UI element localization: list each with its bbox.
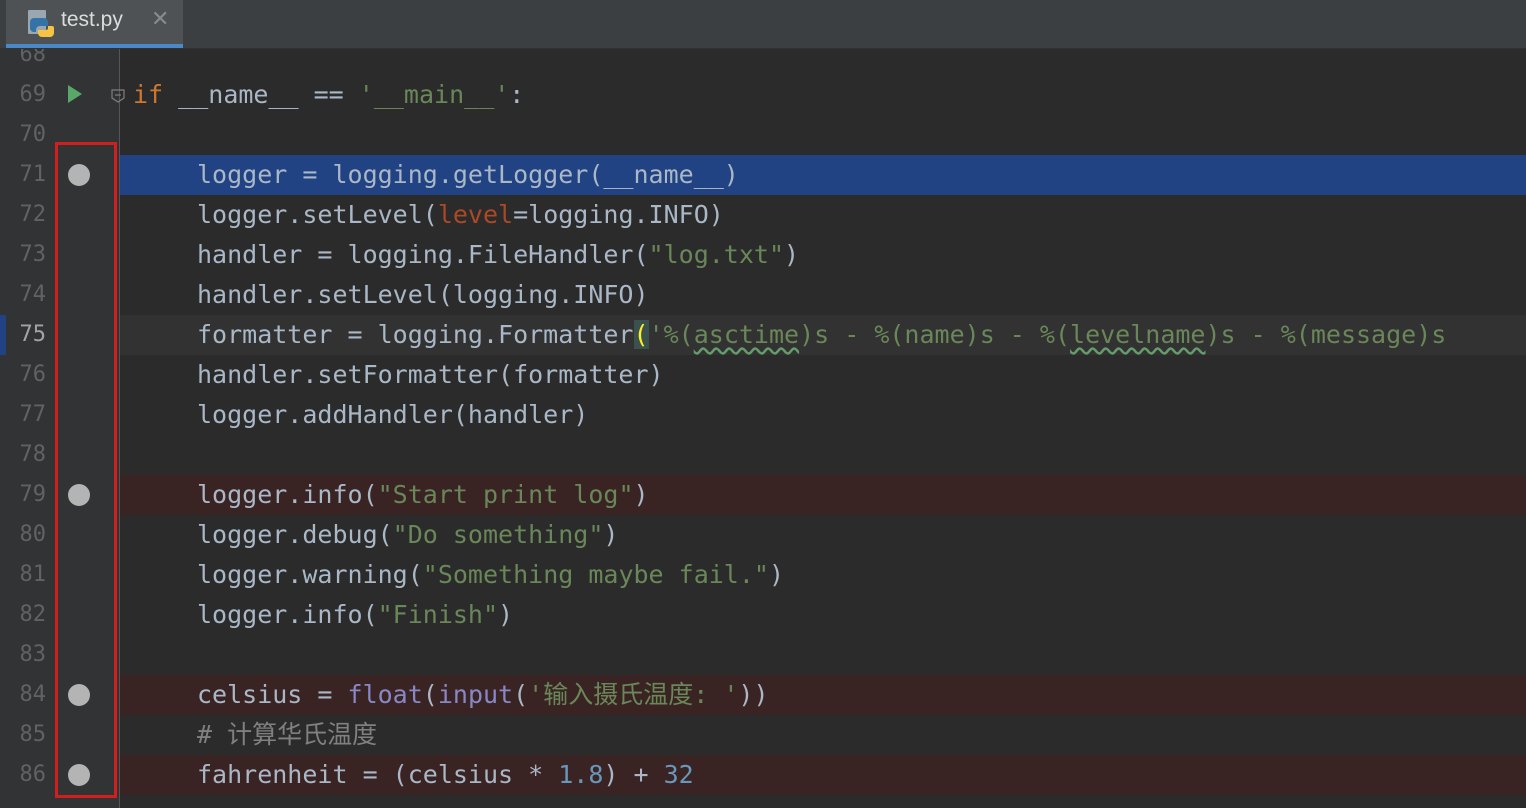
- line-number[interactable]: 71: [0, 155, 47, 195]
- line-number[interactable]: 70: [0, 115, 47, 155]
- line-number[interactable]: 83: [0, 635, 47, 675]
- line-number[interactable]: 75: [0, 315, 47, 355]
- line-number[interactable]: 68: [0, 49, 47, 75]
- code-line-75[interactable]: 75 formatter = logging.Formatter('%(asct…: [0, 315, 1526, 355]
- line-number[interactable]: 79: [0, 475, 47, 515]
- code-line-73[interactable]: 73 handler = logging.FileHandler("log.tx…: [0, 235, 1526, 275]
- code-text: logger.info("Start print log"): [197, 480, 649, 509]
- line-number[interactable]: 86: [0, 755, 47, 795]
- close-icon[interactable]: ✕: [151, 7, 169, 32]
- code-line-86[interactable]: 86 fahrenheit = (celsius * 1.8) + 32: [0, 755, 1526, 795]
- code-line-69[interactable]: 69 if __name__ == '__main__':: [0, 75, 1526, 115]
- breakpoint-annotation-box: [55, 142, 117, 798]
- line-number[interactable]: 76: [0, 355, 47, 395]
- code-text: handler.setFormatter(formatter): [197, 360, 664, 389]
- run-icon[interactable]: [68, 85, 82, 103]
- line-number[interactable]: 73: [0, 235, 47, 275]
- code-text: formatter = logging.Formatter('%(asctime…: [197, 320, 1447, 349]
- code-line-81[interactable]: 81 logger.warning("Something maybe fail.…: [0, 555, 1526, 595]
- code-text: handler.setLevel(logging.INFO): [197, 280, 649, 309]
- code-line-82[interactable]: 82 logger.info("Finish"): [0, 595, 1526, 635]
- code-line-78[interactable]: 78: [0, 435, 1526, 475]
- code-line-77[interactable]: 77 logger.addHandler(handler): [0, 395, 1526, 435]
- code-editor[interactable]: 68 69 if __name__ == '__main__': 70 71 l…: [0, 49, 1526, 808]
- code-text: logger.debug("Do something"): [197, 520, 619, 549]
- code-line-80[interactable]: 80 logger.debug("Do something"): [0, 515, 1526, 555]
- code-line-83[interactable]: 83: [0, 635, 1526, 675]
- line-number[interactable]: 69: [0, 75, 47, 115]
- line-number[interactable]: 80: [0, 515, 47, 555]
- code-line-76[interactable]: 76 handler.setFormatter(formatter): [0, 355, 1526, 395]
- editor-tab-bar: test.py ✕: [0, 0, 1526, 49]
- code-line-71[interactable]: 71 logger = logging.getLogger(__name__): [0, 155, 1526, 195]
- line-number[interactable]: 84: [0, 675, 47, 715]
- code-text: logger.setLevel(level=logging.INFO): [197, 200, 724, 229]
- code-text: if __name__ == '__main__':: [133, 80, 525, 109]
- line-number[interactable]: 81: [0, 555, 47, 595]
- code-line-70[interactable]: 70: [0, 115, 1526, 155]
- line-number[interactable]: 85: [0, 715, 47, 755]
- code-line-74[interactable]: 74 handler.setLevel(logging.INFO): [0, 275, 1526, 315]
- code-comment: # 计算华氏温度: [197, 720, 378, 749]
- line-number[interactable]: 78: [0, 435, 47, 475]
- code-line-72[interactable]: 72 logger.setLevel(level=logging.INFO): [0, 195, 1526, 235]
- tab-test-py[interactable]: test.py ✕: [6, 0, 183, 48]
- python-file-icon: [28, 10, 54, 37]
- line-number[interactable]: 82: [0, 595, 47, 635]
- code-text: logger = logging.getLogger(__name__): [197, 160, 739, 189]
- line-number[interactable]: 74: [0, 275, 47, 315]
- tab-label: test.py: [61, 8, 123, 31]
- line-number[interactable]: 72: [0, 195, 47, 235]
- code-line-84[interactable]: 84 celsius = float(input('输入摄氏温度: ')): [0, 675, 1526, 715]
- code-text: fahrenheit = (celsius * 1.8) + 32: [197, 760, 694, 789]
- code-text: logger.addHandler(handler): [197, 400, 589, 429]
- code-text: logger.warning("Something maybe fail."): [197, 560, 785, 589]
- code-line-79[interactable]: 79 logger.info("Start print log"): [0, 475, 1526, 515]
- fold-icon[interactable]: [111, 89, 125, 103]
- code-text: celsius = float(input('输入摄氏温度: ')): [197, 680, 769, 709]
- code-line-85[interactable]: 85 # 计算华氏温度: [0, 715, 1526, 755]
- code-line-68[interactable]: 68: [0, 49, 1526, 75]
- code-text: logger.info("Finish"): [197, 600, 514, 629]
- code-text: handler = logging.FileHandler("log.txt"): [197, 240, 800, 269]
- line-number[interactable]: 77: [0, 395, 47, 435]
